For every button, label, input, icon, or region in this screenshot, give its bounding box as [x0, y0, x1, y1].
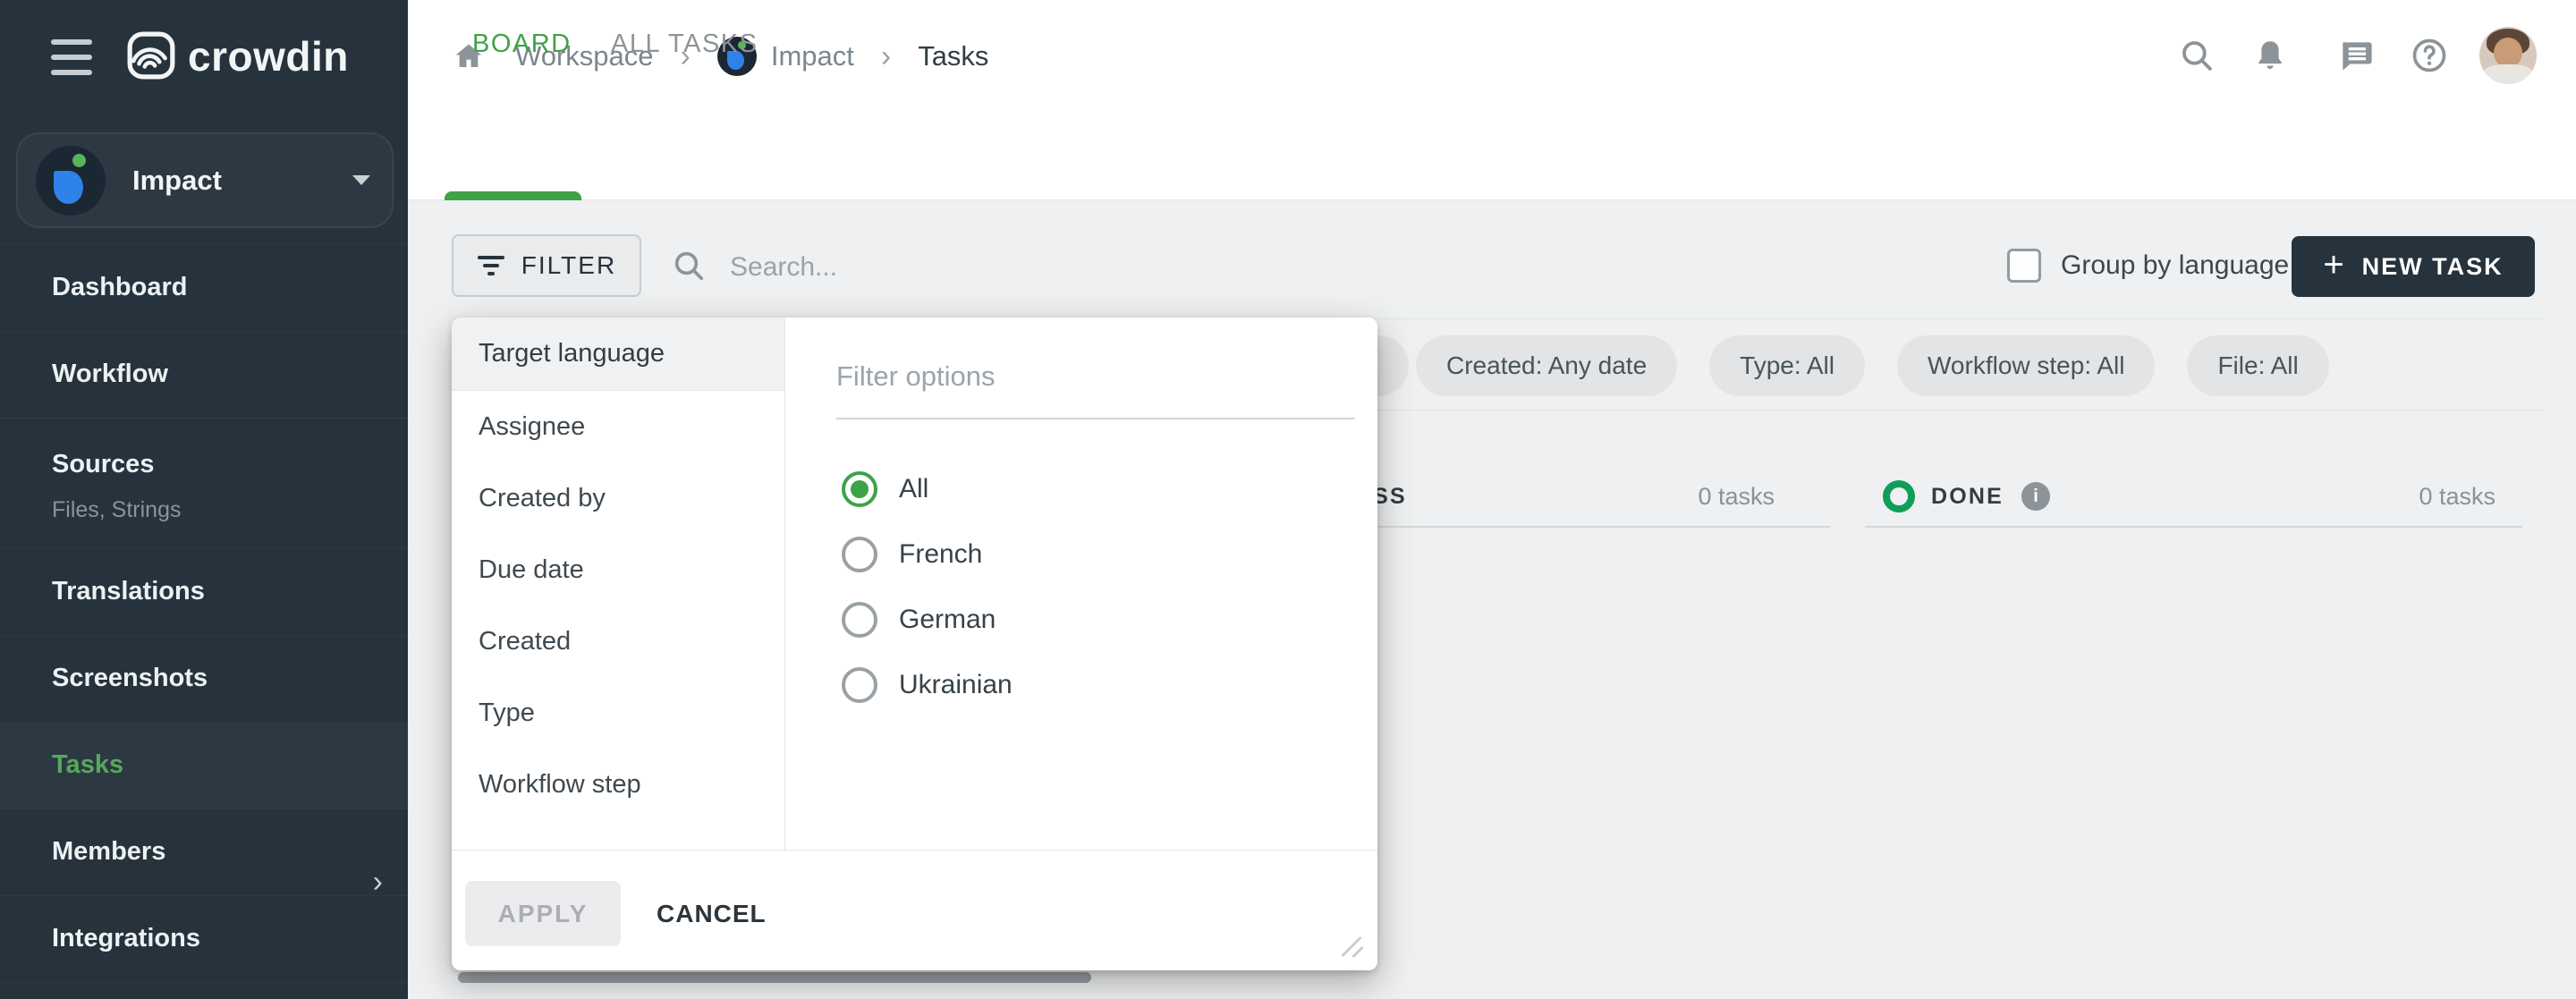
radio-option-french[interactable]: French	[842, 535, 982, 574]
project-logo	[36, 146, 106, 216]
filter-category-due-date[interactable]: Due date	[452, 534, 784, 605]
filter-chip-created[interactable]: Created: Any date	[1416, 335, 1677, 396]
cancel-button[interactable]: CANCEL	[657, 881, 767, 946]
horizontal-scrollbar-thumb[interactable]	[458, 972, 1091, 983]
board-column-done: DONE i 0 tasks	[1865, 465, 2522, 528]
chevron-down-icon	[352, 175, 370, 185]
filter-category-target-language[interactable]: Target language	[452, 317, 784, 391]
tab-all-tasks[interactable]: ALL TASKS	[611, 0, 758, 88]
group-by-language-label: Group by language	[2061, 249, 2289, 283]
filter-chips: Created: Any date Type: All Workflow ste…	[1416, 335, 2329, 396]
menu-hamburger-icon[interactable]	[51, 39, 92, 75]
filter-category-type[interactable]: Type	[452, 677, 784, 749]
radio-icon	[842, 602, 877, 638]
divider	[784, 317, 785, 850]
search-icon[interactable]	[2175, 34, 2218, 77]
crowdin-app: Workspace › Impact › Tasks c	[0, 0, 2576, 999]
crowdin-wordmark[interactable]: crowdin	[188, 32, 349, 80]
project-name: Impact	[132, 165, 222, 197]
apply-button[interactable]: APPLY	[465, 881, 621, 946]
active-tab-underline	[445, 191, 581, 200]
crowdin-logo-icon[interactable]	[126, 30, 176, 85]
plus-icon: +	[2323, 247, 2343, 283]
search-icon[interactable]	[671, 248, 707, 288]
tabs-bar	[408, 113, 2576, 200]
filter-category-created-by[interactable]: Created by	[452, 462, 784, 534]
filter-button[interactable]: FILTER	[452, 234, 641, 297]
divider	[452, 850, 1377, 851]
sidebar-item-sources-subtitle: Files, Strings	[52, 497, 181, 523]
radio-option-ukrainian[interactable]: Ukrainian	[842, 665, 1013, 705]
column-divider	[1865, 526, 2522, 528]
sidebar-item-members[interactable]: Members	[0, 809, 408, 895]
help-icon[interactable]	[2408, 34, 2451, 77]
messages-icon[interactable]	[2334, 34, 2377, 77]
filter-chip-type[interactable]: Type: All	[1709, 335, 1865, 396]
filter-icon	[477, 251, 505, 280]
column-task-count: 0 tasks	[2419, 483, 2496, 511]
filter-category-workflow-step[interactable]: Workflow step	[452, 749, 784, 820]
sidebar-item-translations[interactable]: Translations	[0, 548, 408, 635]
info-icon[interactable]: i	[2021, 482, 2050, 511]
search-input[interactable]	[730, 252, 1106, 283]
sidebar-item-screenshots[interactable]: Screenshots	[0, 635, 408, 722]
breadcrumb-separator: ›	[881, 39, 891, 74]
user-avatar[interactable]	[2479, 27, 2537, 84]
filter-options-search-input[interactable]	[836, 360, 1355, 393]
tab-board[interactable]: BOARD	[472, 0, 572, 88]
filter-category-assignee[interactable]: Assignee	[452, 391, 784, 462]
column-task-count: 0 tasks	[1698, 483, 1775, 511]
input-underline	[836, 418, 1355, 419]
radio-icon	[842, 537, 877, 572]
new-task-button[interactable]: + NEW TASK	[2292, 236, 2535, 297]
radio-option-all[interactable]: All	[842, 470, 928, 509]
radio-icon	[842, 667, 877, 703]
sidebar-item-sources[interactable]: Sources ›	[0, 418, 408, 548]
filter-category-created[interactable]: Created	[452, 605, 784, 677]
done-status-icon	[1883, 480, 1915, 512]
resize-handle[interactable]	[1336, 935, 1367, 961]
filter-chip-workflow-step[interactable]: Workflow step: All	[1897, 335, 2155, 396]
radio-selected-icon	[842, 471, 877, 507]
notifications-bell-icon[interactable]	[2249, 34, 2292, 77]
breadcrumb-current-page: Tasks	[918, 40, 988, 72]
filter-dropdown: Target language Assignee Created by Due …	[452, 317, 1377, 970]
filter-chip-file[interactable]: File: All	[2187, 335, 2328, 396]
radio-option-german[interactable]: German	[842, 600, 996, 639]
project-selector[interactable]: Impact	[16, 132, 394, 228]
column-title: DONE	[1931, 484, 2004, 510]
sidebar-item-integrations[interactable]: Integrations	[0, 895, 408, 982]
sidebar-item-dashboard[interactable]: Dashboard	[0, 244, 408, 331]
sidebar-item-tasks[interactable]: Tasks	[0, 722, 408, 809]
sidebar: crowdin Impact Dashboard Workflow Source…	[0, 0, 408, 999]
board-search	[671, 246, 1106, 289]
group-by-language-checkbox[interactable]	[2007, 249, 2041, 283]
sidebar-item-workflow[interactable]: Workflow	[0, 331, 408, 418]
breadcrumb-project[interactable]: Impact	[771, 40, 854, 72]
